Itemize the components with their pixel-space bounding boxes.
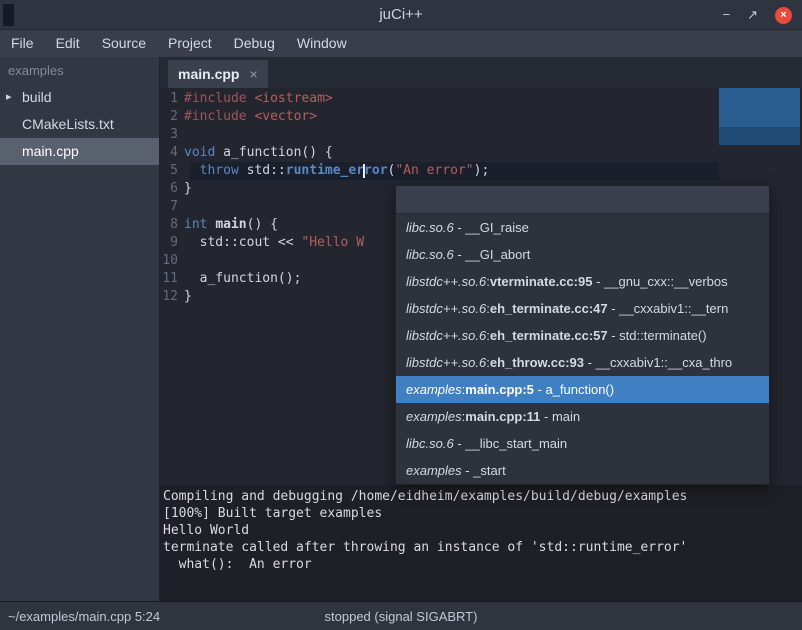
stack-frame-item[interactable]: libc.so.6 - __libc_start_main: [396, 430, 769, 457]
code-line: 5 throw std::runtime_error("An error");: [160, 162, 802, 180]
line-number: 4: [160, 144, 184, 162]
stack-trace-popup: libc.so.6 - __GI_raiselibc.so.6 - __GI_a…: [395, 185, 770, 485]
line-number: 2: [160, 108, 184, 126]
code-line: 4void a_function() {: [160, 144, 802, 162]
line-number: 1: [160, 90, 184, 108]
terminal-line: Hello World: [163, 522, 802, 539]
code-line: 3: [160, 126, 802, 144]
line-number: 11: [160, 270, 184, 288]
code-text: #include <iostream>: [184, 91, 333, 106]
chevron-right-icon[interactable]: ▸: [6, 84, 12, 111]
code-text: }: [184, 181, 192, 196]
status-bar: stopped (signal SIGABRT) ~/examples/main…: [0, 601, 802, 630]
menu-item-file[interactable]: File: [0, 30, 45, 57]
menu-item-source[interactable]: Source: [91, 30, 157, 57]
line-number: 5: [160, 162, 184, 180]
code-line: 1#include <iostream>: [160, 90, 802, 108]
terminal-line: what(): An error: [163, 556, 802, 573]
code-line: 2#include <vector>: [160, 108, 802, 126]
terminal-line: Compiling and debugging /home/eidheim/ex…: [163, 488, 802, 505]
menu-item-window[interactable]: Window: [286, 30, 358, 57]
line-number: 8: [160, 216, 184, 234]
file-tree: ▸ build CMakeLists.txt main.cpp: [0, 84, 159, 165]
code-text: int main() {: [184, 217, 278, 232]
line-number: 3: [160, 126, 184, 144]
terminal-output[interactable]: Compiling and debugging /home/eidheim/ex…: [160, 485, 802, 601]
stack-frame-item[interactable]: libstdc++.so.6:eh_terminate.cc:57 - std:…: [396, 322, 769, 349]
code-text: void a_function() {: [184, 145, 333, 160]
stack-frame-item[interactable]: libstdc++.so.6:eh_throw.cc:93 - __cxxabi…: [396, 349, 769, 376]
menu-item-debug[interactable]: Debug: [223, 30, 286, 57]
stack-frame-item[interactable]: libc.so.6 - __GI_raise: [396, 214, 769, 241]
menu-item-edit[interactable]: Edit: [45, 30, 91, 57]
tab-bar: main.cpp ×: [160, 57, 802, 88]
restore-icon[interactable]: ↗: [747, 7, 758, 23]
terminal-line: [100%] Built target examples: [163, 505, 802, 522]
file-label: build: [22, 89, 52, 105]
line-number: 12: [160, 288, 184, 306]
window-controls: − ↗ ×: [723, 0, 793, 30]
sidebar-item-main-cpp[interactable]: main.cpp: [0, 138, 159, 165]
tab-main-cpp[interactable]: main.cpp ×: [168, 60, 268, 88]
sidebar-item-build[interactable]: ▸ build: [0, 84, 159, 111]
menu-item-project[interactable]: Project: [157, 30, 223, 57]
minimize-icon[interactable]: −: [723, 7, 731, 23]
stack-frame-item[interactable]: examples:main.cpp:11 - main: [396, 403, 769, 430]
status-debug-state: stopped (signal SIGABRT): [0, 609, 802, 624]
code-text: a_function();: [184, 271, 301, 286]
file-explorer: examples ▸ build CMakeLists.txt main.cpp: [0, 57, 160, 601]
line-number: 10: [160, 252, 184, 270]
terminal-line: terminate called after throwing an insta…: [163, 539, 802, 556]
code-text: std::cout << "Hello W: [184, 235, 364, 250]
tab-label: main.cpp: [178, 66, 239, 82]
window-title: juCi++: [0, 6, 802, 23]
line-number: 6: [160, 180, 184, 198]
title-bar[interactable]: juCi++ − ↗ ×: [0, 0, 802, 30]
menu-bar: FileEditSourceProjectDebugWindow: [0, 30, 802, 57]
file-label: CMakeLists.txt: [22, 116, 114, 132]
code-text: }: [184, 289, 192, 304]
close-icon[interactable]: ×: [775, 7, 792, 24]
window-icon: [3, 4, 14, 26]
line-number: 9: [160, 234, 184, 252]
code-text: #include <vector>: [184, 109, 317, 124]
editor-tooltip-box: [719, 88, 800, 145]
application-window: juCi++ − ↗ × FileEditSourceProjectDebugW…: [0, 0, 802, 630]
stack-frame-item[interactable]: libstdc++.so.6:vterminate.cc:95 - __gnu_…: [396, 268, 769, 295]
stack-frame-item[interactable]: libstdc++.so.6:eh_terminate.cc:47 - __cx…: [396, 295, 769, 322]
stack-frame-item[interactable]: libc.so.6 - __GI_abort: [396, 241, 769, 268]
stack-frame-item[interactable]: examples:main.cpp:5 - a_function(): [396, 376, 769, 403]
stack-list: libc.so.6 - __GI_raiselibc.so.6 - __GI_a…: [396, 214, 769, 484]
code-text: throw std::runtime_error("An error");: [184, 163, 489, 178]
stack-frame-item[interactable]: examples - _start: [396, 457, 769, 484]
tab-close-icon[interactable]: ×: [249, 66, 257, 82]
project-name: examples: [0, 57, 159, 84]
line-number: 7: [160, 198, 184, 216]
sidebar-item-cmakelists-txt[interactable]: CMakeLists.txt: [0, 111, 159, 138]
file-label: main.cpp: [22, 143, 79, 159]
stack-search-box[interactable]: [396, 186, 769, 214]
